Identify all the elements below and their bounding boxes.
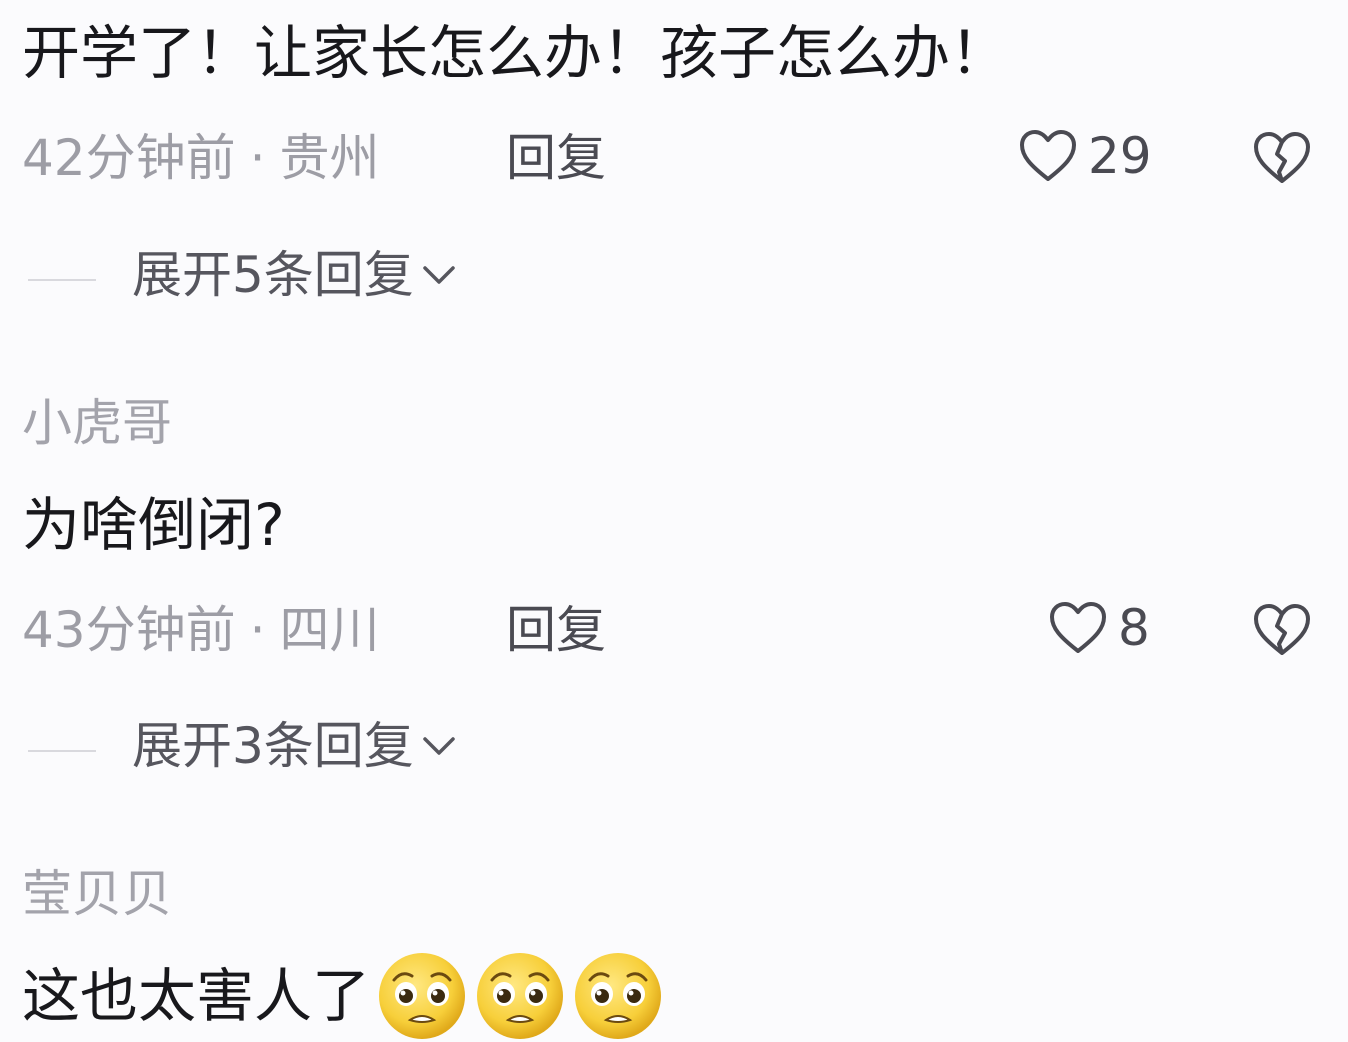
expand-replies-label: 展开3条回复 xyxy=(132,717,414,775)
pleading-face-emoji xyxy=(477,953,564,1039)
comment-1-reply-button[interactable]: 回复 xyxy=(506,133,606,183)
meta-separator: · xyxy=(249,601,266,659)
broken-heart-icon xyxy=(1254,604,1310,655)
comment-1-like-count: 29 xyxy=(1088,127,1152,185)
comment-2-reply-button[interactable]: 回复 xyxy=(506,605,606,655)
comment-2-like-button[interactable]: 8 xyxy=(1048,600,1150,656)
comment-2-text: 为啥倒闭? xyxy=(22,491,285,559)
comment-2-dislike-button[interactable] xyxy=(1252,602,1312,662)
comment-2-expand-replies[interactable]: 展开3条回复 xyxy=(132,721,456,771)
comment-2-location: 四川 xyxy=(279,601,380,659)
chevron-down-icon xyxy=(423,737,455,755)
heart-outline-icon xyxy=(1020,130,1076,181)
comment-1-text: 开学了！让家长怎么办！孩子怎么办！ xyxy=(22,19,1009,87)
expand-replies-label: 展开5条回复 xyxy=(132,246,414,304)
comment-3-text: 这也太害人了 xyxy=(22,962,371,1030)
comment-3-content: 这也太害人了 xyxy=(22,950,670,1042)
comment-3-username[interactable]: 莹贝贝 xyxy=(22,869,172,919)
comment-1-expand-replies[interactable]: 展开5条回复 xyxy=(132,250,456,300)
divider-line xyxy=(28,279,96,281)
pleading-face-emoji xyxy=(379,953,466,1039)
meta-separator: · xyxy=(249,129,266,187)
pleading-face-emoji xyxy=(575,953,662,1039)
comment-1-meta: 42分钟前 · 贵州 xyxy=(22,133,380,183)
heart-outline-icon xyxy=(1050,602,1106,653)
broken-heart-icon xyxy=(1254,132,1310,183)
chevron-down-icon xyxy=(423,266,455,284)
comment-2-username[interactable]: 小虎哥 xyxy=(22,398,172,448)
comment-1-location: 贵州 xyxy=(279,129,380,187)
divider-line xyxy=(28,750,96,752)
comment-1-dislike-button[interactable] xyxy=(1252,130,1312,190)
comment-2-meta: 43分钟前 · 四川 xyxy=(22,605,380,655)
comment-2-time: 43分钟前 xyxy=(22,601,236,659)
comment-1-like-button[interactable]: 29 xyxy=(1018,128,1152,184)
comment-2-like-count: 8 xyxy=(1118,599,1150,657)
comment-1-time: 42分钟前 xyxy=(22,129,236,187)
